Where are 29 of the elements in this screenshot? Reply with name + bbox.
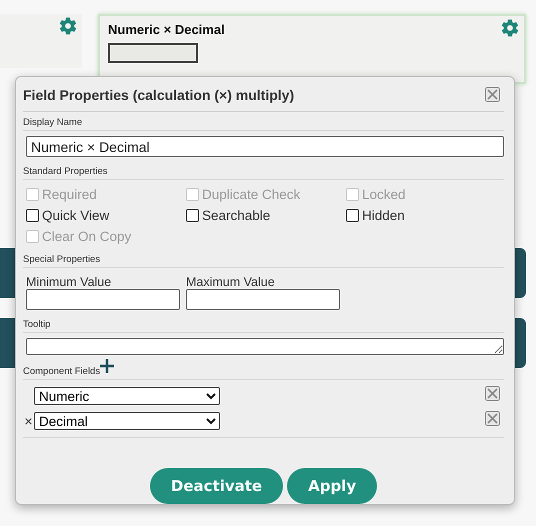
deactivate-button[interactable]: Deactivate [150,468,284,504]
operator-label: × [23,413,34,429]
tooltip-field[interactable] [26,338,504,355]
remove-icon[interactable] [485,87,500,102]
number-field[interactable] [26,289,180,310]
dialog-title: Field Properties (calculation (×) multiply) [23,87,294,103]
section-label: Display Name [23,112,504,131]
section-label: Special Properties [23,249,504,268]
field-label: Minimum Value [26,275,112,289]
settings-icon[interactable] [500,18,520,38]
field-dropdown[interactable]: Decimal [34,412,220,430]
display-name-field[interactable]: Numeric × Decimal [26,136,504,157]
settings-icon[interactable] [58,16,78,36]
field-label: Maximum Value [186,275,276,289]
section-label: Tooltip [23,314,504,333]
remove-icon[interactable] [485,386,500,401]
number-field[interactable] [186,289,340,310]
section-label: Standard Properties [23,161,504,180]
section-label: Component Fields [23,366,100,377]
field-dropdown[interactable]: Numeric [34,387,220,405]
add-icon[interactable] [100,359,114,373]
checkbox[interactable]: Hidden [346,206,496,224]
remove-icon[interactable] [485,411,500,426]
checkbox[interactable]: Quick View [26,206,186,224]
card-title: Numeric × Decimal [108,22,225,37]
chevron-down-icon [206,392,216,400]
chevron-down-icon [206,418,216,424]
apply-button[interactable]: Apply [287,468,378,504]
checkbox[interactable]: Searchable [186,206,346,224]
